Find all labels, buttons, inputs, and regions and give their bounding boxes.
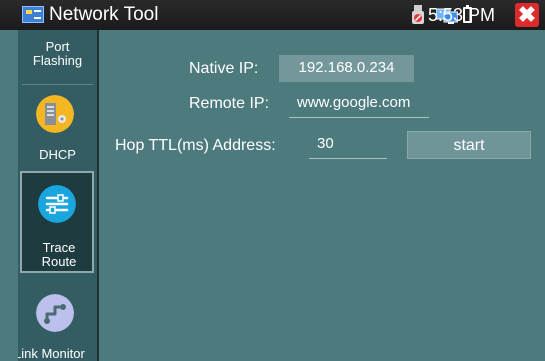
hop-ttl-input[interactable]: 30	[309, 133, 387, 159]
sidebar-item-label: DHCP	[39, 147, 76, 162]
sidebar-item-label: Link Monitor	[18, 346, 85, 361]
app-icon	[22, 6, 44, 23]
sidebar-item-link-monitor[interactable]: Link Monitor	[18, 288, 97, 361]
status-clock: 5:53 PM	[428, 5, 496, 25]
network-tool-screen: Network Tool 5:53 PM ✖ Port Flashing DHC…	[0, 0, 545, 361]
sidebar-item-trace-route[interactable]: Trace Route	[20, 171, 94, 273]
hop-ttl-label: Hop TTL(ms) Address:	[115, 137, 276, 154]
trace-route-icon	[38, 185, 76, 223]
link-monitor-icon	[36, 294, 74, 332]
close-button[interactable]: ✖	[515, 3, 539, 27]
sidebar-divider	[22, 84, 93, 85]
app-title: Network Tool	[49, 4, 159, 25]
native-ip-label: Native IP:	[189, 60, 259, 77]
dhcp-icon	[36, 95, 74, 133]
sidebar-item-dhcp[interactable]: DHCP	[18, 88, 97, 170]
start-button[interactable]: start	[407, 131, 531, 159]
sidebar-item-label: Flashing	[32, 53, 83, 68]
title-bar: Network Tool 5:53 PM ✖	[0, 0, 545, 30]
remote-ip-label: Remote IP:	[189, 95, 270, 112]
usb-icon	[412, 5, 424, 24]
remote-ip-input[interactable]: www.google.com	[289, 92, 429, 118]
sidebar-item-label: Route	[41, 254, 77, 269]
sidebar: Port Flashing DHCP Trace Route Link Moni…	[18, 30, 99, 361]
sidebar-item-label: Trace	[42, 240, 76, 255]
native-ip-value: 192.168.0.234	[279, 55, 414, 82]
sidebar-item-label: Port	[45, 39, 70, 54]
